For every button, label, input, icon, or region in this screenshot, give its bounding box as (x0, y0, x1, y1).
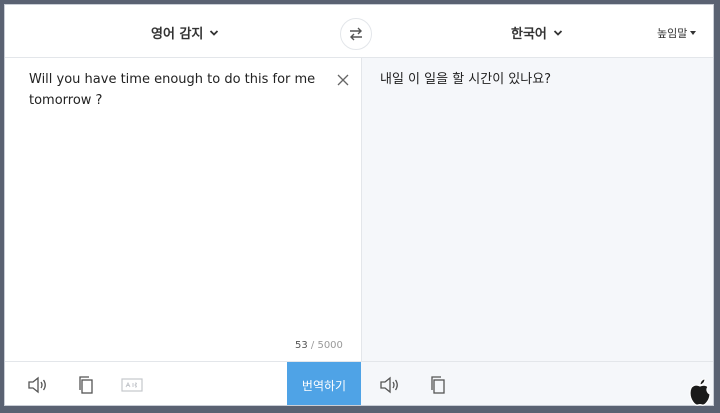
copy-icon (431, 376, 445, 394)
target-language-label: 한국어 (511, 27, 547, 42)
swap-icon (350, 27, 362, 41)
handwriting-button[interactable] (121, 375, 143, 395)
target-language-select[interactable]: 한국어 (511, 23, 563, 42)
target-toolbar (361, 362, 713, 405)
language-bar: 영어 감지 한국어 높임말 (5, 5, 713, 58)
chevron-down-icon (553, 29, 563, 36)
source-listen-button[interactable] (27, 375, 49, 395)
character-counter: 53 / 5000 (295, 340, 343, 351)
translated-text: 내일 이 일을 할 시간이 있나요? (380, 72, 552, 87)
source-panel: Will you have time enough to do this for… (5, 58, 361, 361)
close-icon[interactable] (336, 73, 350, 87)
character-limit: / 5000 (307, 340, 343, 351)
handwriting-icon (121, 378, 143, 392)
bottom-toolbar: 번역하기 (5, 361, 713, 405)
swap-languages-button[interactable] (340, 18, 372, 50)
honorific-select[interactable]: 높임말 (657, 25, 697, 41)
target-panel: 내일 이 일을 할 시간이 있나요? (361, 58, 713, 361)
honorific-label: 높임말 (657, 27, 688, 40)
source-copy-button[interactable] (75, 375, 97, 395)
character-count: 53 (295, 340, 308, 351)
source-language-label: 영어 감지 (151, 27, 204, 42)
speaker-icon (28, 376, 46, 394)
source-language-select[interactable]: 영어 감지 (151, 23, 219, 42)
target-listen-button[interactable] (379, 375, 401, 395)
apple-logo (689, 378, 711, 406)
target-copy-button[interactable] (427, 375, 449, 395)
translator-window: 영어 감지 한국어 높임말 Will you have time enough … (4, 4, 714, 406)
caret-down-icon (690, 31, 697, 35)
chevron-down-icon (210, 29, 219, 36)
copy-icon (79, 376, 93, 394)
translate-button[interactable]: 번역하기 (287, 362, 361, 405)
source-text-input[interactable]: Will you have time enough to do this for… (29, 69, 331, 111)
speaker-icon (380, 376, 398, 394)
